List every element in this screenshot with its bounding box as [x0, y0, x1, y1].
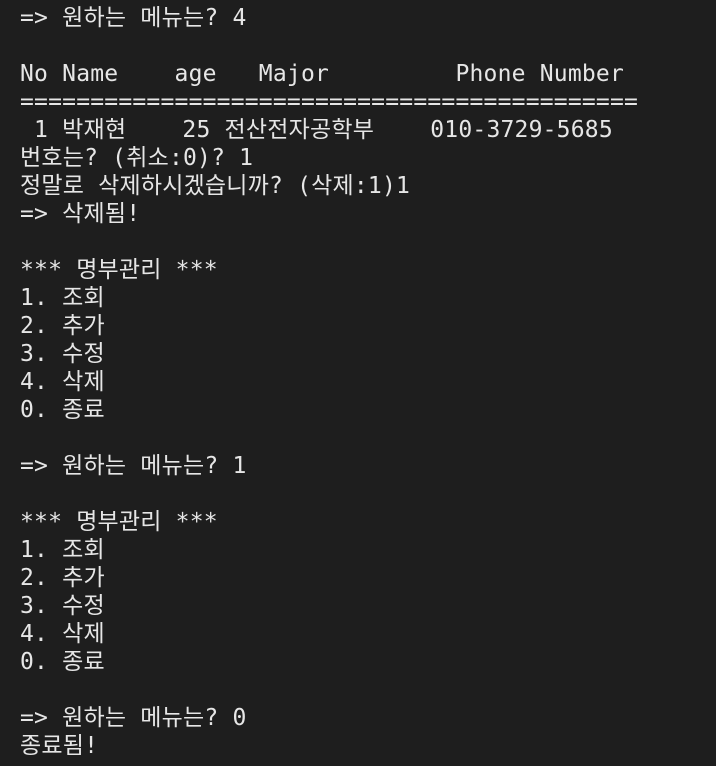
prompt-line: => 원하는 메뉴는? 1: [20, 453, 247, 479]
menu-item: 3. 수정: [20, 341, 105, 367]
table-header: No Name age Major Phone Number: [20, 61, 625, 87]
menu-item: 2. 추가: [20, 565, 105, 591]
menu-item: 4. 삭제: [20, 369, 105, 395]
terminal-output[interactable]: => 원하는 메뉴는? 4 No Name age Major Phone Nu…: [20, 4, 710, 760]
menu-item: 0. 종료: [20, 397, 105, 423]
prompt-line: => 원하는 메뉴는? 4: [20, 5, 247, 31]
prompt-line: 번호는? (취소:0)? 1: [20, 145, 254, 171]
table-divider: ========================================…: [20, 89, 639, 115]
prompt-line: => 원하는 메뉴는? 0: [20, 705, 247, 731]
status-line: 종료됨!: [20, 733, 99, 759]
status-line: => 삭제됨!: [20, 201, 141, 227]
table-row: 1 박재현 25 전산전자공학부 010-3729-5685: [20, 117, 613, 143]
menu-title: *** 명부관리 ***: [20, 509, 218, 535]
menu-item: 1. 조회: [20, 537, 105, 563]
menu-item: 0. 종료: [20, 649, 105, 675]
menu-item: 1. 조회: [20, 285, 105, 311]
menu-item: 3. 수정: [20, 593, 105, 619]
menu-item: 2. 추가: [20, 313, 105, 339]
terminal-window: { "terminal": { "lines": [ "=> 원하는 메뉴는? …: [0, 0, 716, 766]
prompt-line: 정말로 삭제하시겠습니까? (삭제:1)1: [20, 173, 411, 199]
menu-item: 4. 삭제: [20, 621, 105, 647]
menu-title: *** 명부관리 ***: [20, 257, 218, 283]
